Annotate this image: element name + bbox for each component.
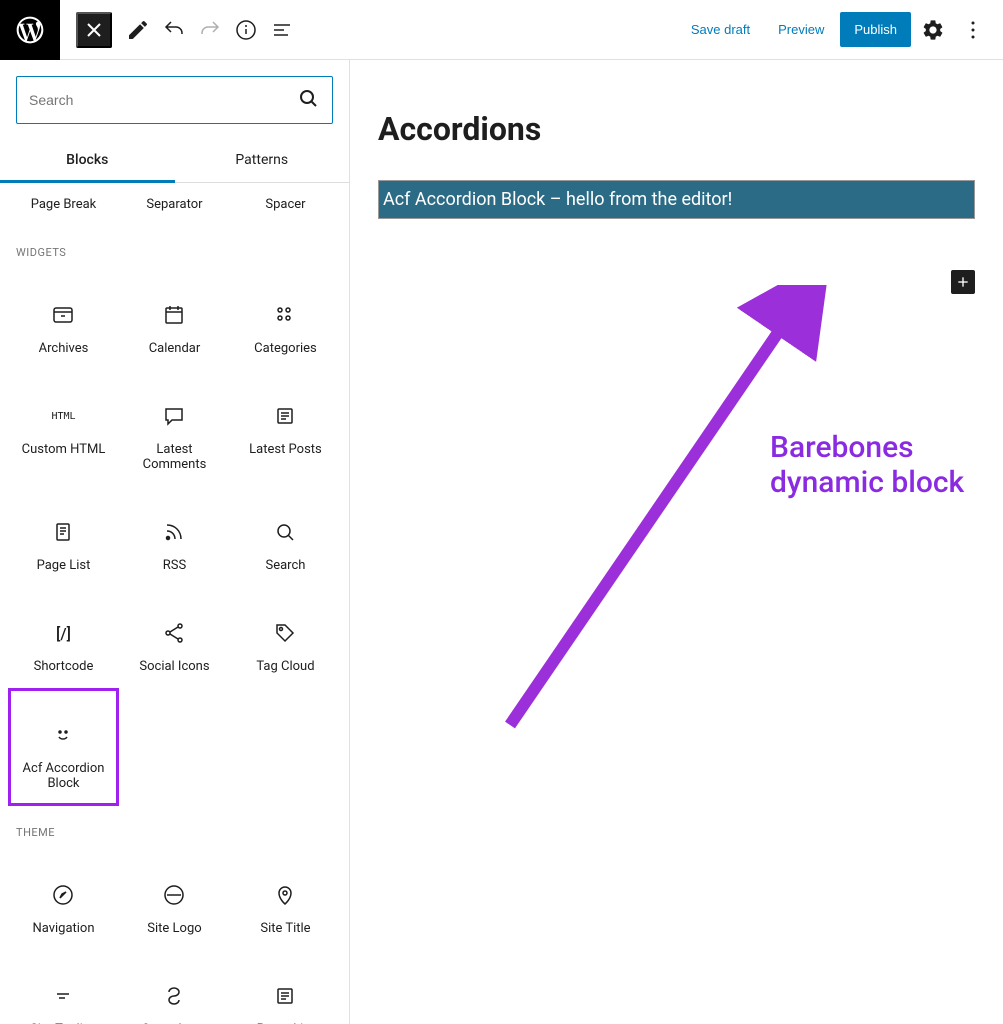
block-latest-posts[interactable]: Latest Posts [230,370,341,486]
block-list-scroll[interactable]: Page Break Separator Spacer WIDGETS Arch… [0,183,349,1024]
categories-icon [236,295,335,335]
inserter-tabs: Blocks Patterns [0,140,349,183]
tab-patterns[interactable]: Patterns [175,140,350,182]
block-calendar[interactable]: Calendar [119,269,230,370]
toolbar-left-group [0,0,300,59]
options-button[interactable] [955,12,991,48]
block-search[interactable]: Search [230,486,341,587]
acf-accordion-block-instance[interactable]: Acf Accordion Block – hello from the edi… [378,180,975,219]
loop-icon [125,976,224,1016]
list-icon [236,976,335,1016]
wordpress-logo[interactable] [0,0,60,60]
page-title[interactable]: Accordions [378,110,975,148]
tagline-icon [14,976,113,1016]
preview-button[interactable]: Preview [766,14,836,45]
block-site-logo[interactable]: Site Logo [119,849,230,950]
settings-button[interactable] [915,12,951,48]
block-page-list[interactable]: Page List [8,486,119,587]
html-icon: HTML [14,396,113,436]
toolbar-right-group: Save draft Preview Publish [679,12,1003,48]
close-inserter-button[interactable] [76,12,112,48]
shortcode-icon: [/] [14,613,113,653]
smiley-icon [15,715,112,755]
tab-blocks[interactable]: Blocks [0,140,175,183]
block-site-title[interactable]: Site Title [230,849,341,950]
top-toolbar: Save draft Preview Publish [0,0,1003,60]
block-acf-accordion[interactable]: Acf Accordion Block [8,688,119,806]
redo-button[interactable] [192,12,228,48]
save-draft-button[interactable]: Save draft [679,14,762,45]
section-widgets-label: WIDGETS [0,226,349,269]
outline-button[interactable] [264,12,300,48]
search-input[interactable] [29,92,296,108]
block-archives[interactable]: Archives [8,269,119,370]
section-theme-label: THEME [0,806,349,849]
publish-button[interactable]: Publish [840,12,911,47]
block-posts-list[interactable]: Posts List [230,950,341,1024]
block-navigation[interactable]: Navigation [8,849,119,950]
block-categories[interactable]: Categories [230,269,341,370]
search-box[interactable] [16,76,333,124]
tag-icon [236,613,335,653]
rss-icon [125,512,224,552]
posts-icon [236,396,335,436]
page-list-icon [14,512,113,552]
share-icon [125,613,224,653]
annotation-text: Barebones dynamic block [770,430,1003,500]
search-block-icon [236,512,335,552]
editor-canvas[interactable]: Accordions Acf Accordion Block – hello f… [350,60,1003,1024]
compass-icon [14,875,113,915]
annotation-arrow [490,285,830,735]
block-custom-html[interactable]: HTML Custom HTML [8,370,119,486]
search-icon [296,86,320,114]
block-query-loop[interactable]: Query Loop [119,950,230,1024]
undo-button[interactable] [156,12,192,48]
block-inserter-panel: Blocks Patterns Page Break Separator Spa… [0,60,350,1024]
block-rss[interactable]: RSS [119,486,230,587]
comment-icon [125,396,224,436]
block-social-icons[interactable]: Social Icons [119,587,230,688]
info-button[interactable] [228,12,264,48]
block-spacer[interactable]: Spacer [230,183,341,226]
pin-icon [236,875,335,915]
block-site-tagline[interactable]: Site Tagline [8,950,119,1024]
add-block-button[interactable] [951,270,975,294]
block-separator[interactable]: Separator [119,183,230,226]
block-page-break[interactable]: Page Break [8,183,119,226]
archive-icon [14,295,113,335]
block-tag-cloud[interactable]: Tag Cloud [230,587,341,688]
block-latest-comments[interactable]: Latest Comments [119,370,230,486]
site-logo-icon [125,875,224,915]
block-shortcode[interactable]: [/] Shortcode [8,587,119,688]
calendar-icon [125,295,224,335]
edit-tool-button[interactable] [120,12,156,48]
